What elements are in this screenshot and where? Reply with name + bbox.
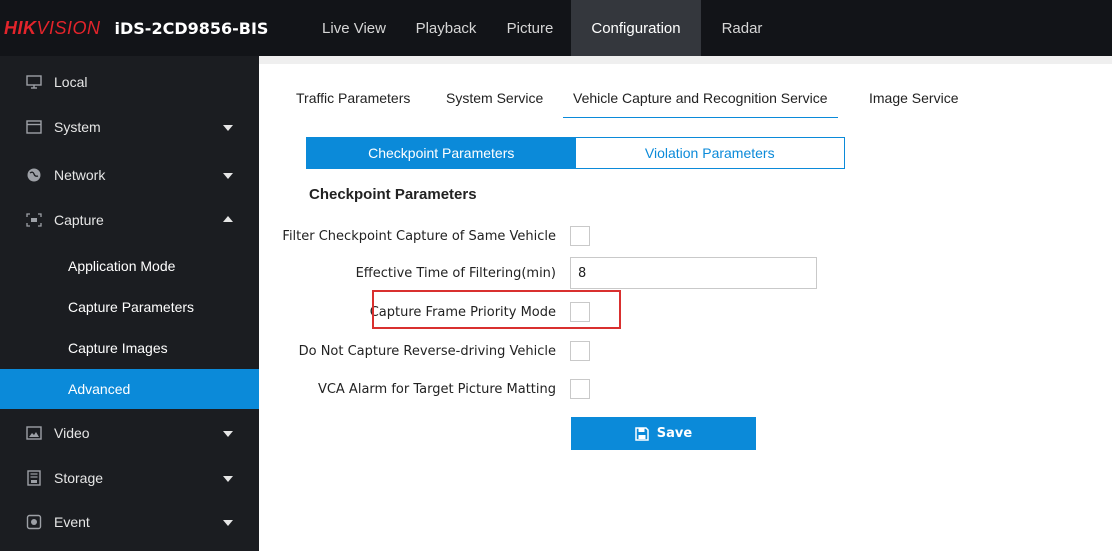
tab-system-service[interactable]: System Service [446, 80, 543, 116]
effective-time-row: Effective Time of Filtering(min) 8 [259, 257, 1112, 289]
effective-time-input[interactable]: 8 [570, 257, 817, 289]
sidebar-subitem-advanced[interactable]: Advanced [0, 369, 259, 409]
sub-tabs: Traffic Parameters System Service Vehicl… [259, 80, 1112, 118]
brand: HIKVISION iDS-2CD9856-BIS [0, 0, 268, 56]
vca-alarm-label: VCA Alarm for Target Picture Matting [317, 381, 556, 397]
window-icon [26, 120, 42, 134]
top-nav: Live View Playback Picture Configuration… [305, 0, 783, 56]
sidebar-subitem-capture-images[interactable]: Capture Images [0, 328, 259, 368]
chevron-down-icon [223, 125, 233, 131]
sidebar-item-label: Storage [54, 470, 104, 486]
sidebar-item-event[interactable]: Event [0, 500, 259, 544]
chevron-down-icon [223, 476, 233, 482]
image-icon [26, 426, 42, 440]
sidebar-item-capture[interactable]: Capture [0, 198, 259, 242]
hikvision-logo: HIKVISION [4, 17, 101, 38]
filter-same-vehicle-label: Filter Checkpoint Capture of Same Vehicl… [282, 228, 556, 244]
chevron-down-icon [223, 173, 233, 179]
sidebar-item-video[interactable]: Video [0, 411, 259, 455]
frame-priority-checkbox[interactable] [570, 302, 590, 322]
sidebar-subitem-application-mode[interactable]: Application Mode [0, 246, 259, 286]
main-content: Traffic Parameters System Service Vehicl… [259, 56, 1112, 551]
section-title: Checkpoint Parameters [309, 186, 477, 203]
sidebar-item-local[interactable]: Local [0, 60, 259, 104]
sidebar-item-label: Network [54, 167, 106, 183]
reverse-driving-label: Do Not Capture Reverse-driving Vehicle [298, 343, 556, 359]
top-bar: HIKVISION iDS-2CD9856-BIS Live View Play… [0, 0, 1112, 56]
chevron-up-icon [223, 216, 233, 222]
sidebar-item-system[interactable]: System [0, 105, 259, 149]
sidebar-item-label: Capture [54, 212, 104, 228]
save-icon [635, 426, 649, 441]
violation-parameters-button[interactable]: Violation Parameters [575, 138, 844, 168]
event-icon [26, 514, 42, 530]
monitor-icon [26, 75, 42, 89]
vca-alarm-row: VCA Alarm for Target Picture Matting [259, 373, 1112, 405]
reverse-driving-row: Do Not Capture Reverse-driving Vehicle [259, 335, 1112, 367]
globe-icon [26, 168, 42, 182]
chevron-down-icon [223, 431, 233, 437]
nav-configuration[interactable]: Configuration [571, 0, 701, 56]
tab-vehicle-capture-recognition[interactable]: Vehicle Capture and Recognition Service [563, 80, 837, 118]
content-top-divider [259, 56, 1112, 64]
parameter-type-switch: Checkpoint Parameters Violation Paramete… [306, 137, 845, 169]
reverse-driving-checkbox[interactable] [570, 341, 590, 361]
nav-live-view[interactable]: Live View [305, 0, 403, 56]
sidebar-item-label: Event [54, 514, 90, 530]
sidebar-item-network[interactable]: Network [0, 153, 259, 197]
nav-playback[interactable]: Playback [403, 0, 489, 56]
sidebar: Local System Network Capture Application… [0, 56, 259, 551]
device-model: iDS-2CD9856-BIS [114, 18, 269, 38]
filter-same-vehicle-row: Filter Checkpoint Capture of Same Vehicl… [259, 220, 1112, 252]
sidebar-item-storage[interactable]: Storage [0, 456, 259, 500]
sidebar-item-label: Local [54, 74, 88, 90]
sidebar-subitem-capture-parameters[interactable]: Capture Parameters [0, 287, 259, 327]
storage-icon [26, 470, 42, 486]
checkpoint-parameters-button[interactable]: Checkpoint Parameters [307, 138, 576, 168]
effective-time-label: Effective Time of Filtering(min) [355, 265, 556, 281]
nav-picture[interactable]: Picture [489, 0, 571, 56]
nav-radar[interactable]: Radar [701, 0, 783, 56]
frame-priority-label: Capture Frame Priority Mode [369, 304, 556, 320]
vca-alarm-checkbox[interactable] [570, 379, 590, 399]
save-button[interactable]: Save [571, 417, 756, 450]
sidebar-item-label: System [54, 119, 101, 135]
tab-traffic-parameters[interactable]: Traffic Parameters [296, 80, 410, 116]
frame-priority-row: Capture Frame Priority Mode [259, 296, 1112, 328]
chevron-down-icon [223, 520, 233, 526]
save-label: Save [656, 426, 693, 441]
tab-image-service[interactable]: Image Service [869, 80, 958, 116]
capture-icon [26, 213, 42, 227]
filter-same-vehicle-checkbox[interactable] [570, 226, 590, 246]
sidebar-item-label: Video [54, 425, 90, 441]
